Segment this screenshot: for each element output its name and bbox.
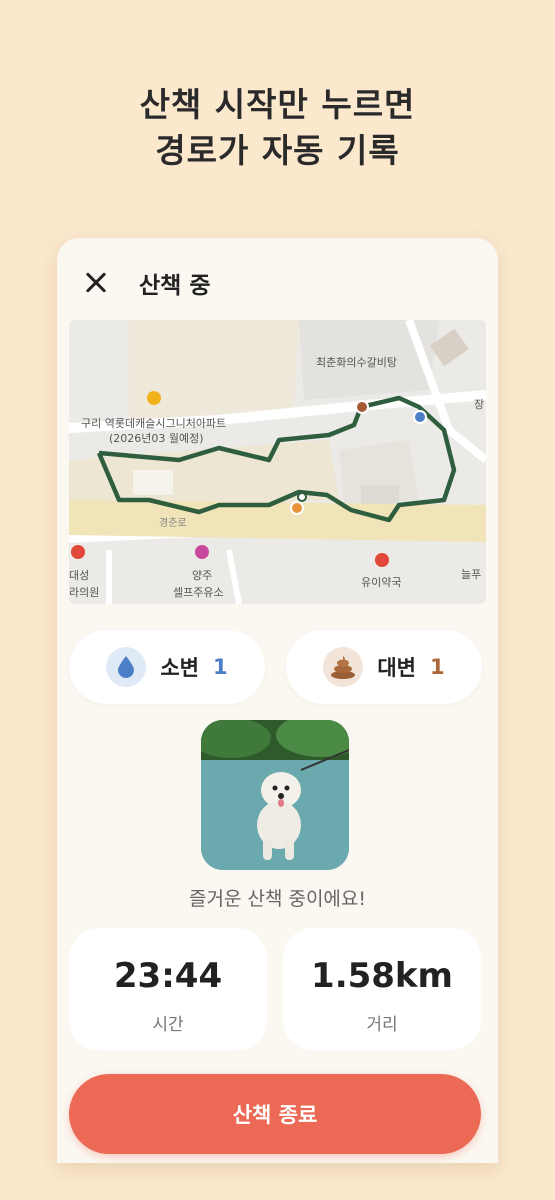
close-icon[interactable] [81, 268, 111, 298]
map-block [129, 320, 299, 420]
headline-line-2: 경로가 자동 기록 [155, 131, 400, 170]
map-label-apartment: 구리 역롯데캐슬시그니처아파트 [81, 417, 226, 430]
pharmacy-icon [375, 553, 389, 567]
pee-counter-button[interactable]: 소변 1 [69, 630, 265, 704]
map-label-station-1: 양주 [192, 569, 212, 582]
map-label-station-2: 셀프주유소 [173, 586, 224, 599]
gas-station-icon [195, 545, 209, 559]
walk-route-map[interactable]: 구리 역롯데캐슬시그니처아파트 (2026년03 월예정) 최춘화의수갈비탕 장… [69, 320, 486, 604]
time-label: 시간 [152, 1015, 184, 1035]
poop-icon [323, 647, 364, 687]
top-bar: 산책 중 [57, 238, 498, 318]
pee-label: 소변 [160, 656, 199, 680]
poo-marker [355, 400, 369, 414]
poo-count: 1 [430, 655, 445, 679]
end-walk-button[interactable]: 산책 종료 [69, 1074, 481, 1154]
headline: 산책 시작만 누르면 경로가 자동 기록 [0, 82, 555, 174]
headline-line-1: 산책 시작만 누르면 [139, 85, 416, 124]
poo-label: 대변 [377, 656, 416, 680]
time-card: 23:44 시간 [69, 928, 267, 1050]
water-drop-icon [106, 647, 147, 687]
map-label-edge: 장 [474, 398, 484, 411]
page-title: 산책 중 [139, 273, 211, 299]
map-label-market: 최춘화의수갈비탕 [316, 355, 397, 369]
pee-count: 1 [213, 655, 228, 679]
apartment-icon [147, 391, 161, 405]
clinic-icon [71, 545, 85, 559]
distance-card: 1.58km 거리 [283, 928, 481, 1050]
map-label-east: 늘푸 [461, 568, 481, 581]
distance-value: 1.58km [311, 956, 453, 996]
map-canvas: 구리 역롯데캐슬시그니처아파트 (2026년03 월예정) 최춘화의수갈비탕 장… [69, 320, 486, 604]
map-label-clinic-2: 라의원 [69, 586, 99, 599]
phone-screen: 산책 중 구리 역롯데캐슬시그니처아파트 (2026년03 월예정) 최춘화의수… [57, 238, 498, 1163]
poo-counter-button[interactable]: 대변 1 [286, 630, 482, 704]
time-value: 23:44 [113, 956, 223, 996]
map-label-road: 경춘로 [159, 516, 187, 529]
cheer-message: 즐거운 산책 중이에요! [188, 888, 367, 910]
dog-photo [201, 720, 349, 870]
map-label-pharmacy: 유이약국 [361, 575, 401, 589]
map-label-apartment-date: (2026년03 월예정) [109, 432, 204, 445]
pee-marker [290, 501, 304, 515]
map-label-clinic-1: 대성 [69, 569, 89, 582]
start-marker [413, 410, 427, 424]
distance-label: 거리 [366, 1015, 398, 1035]
